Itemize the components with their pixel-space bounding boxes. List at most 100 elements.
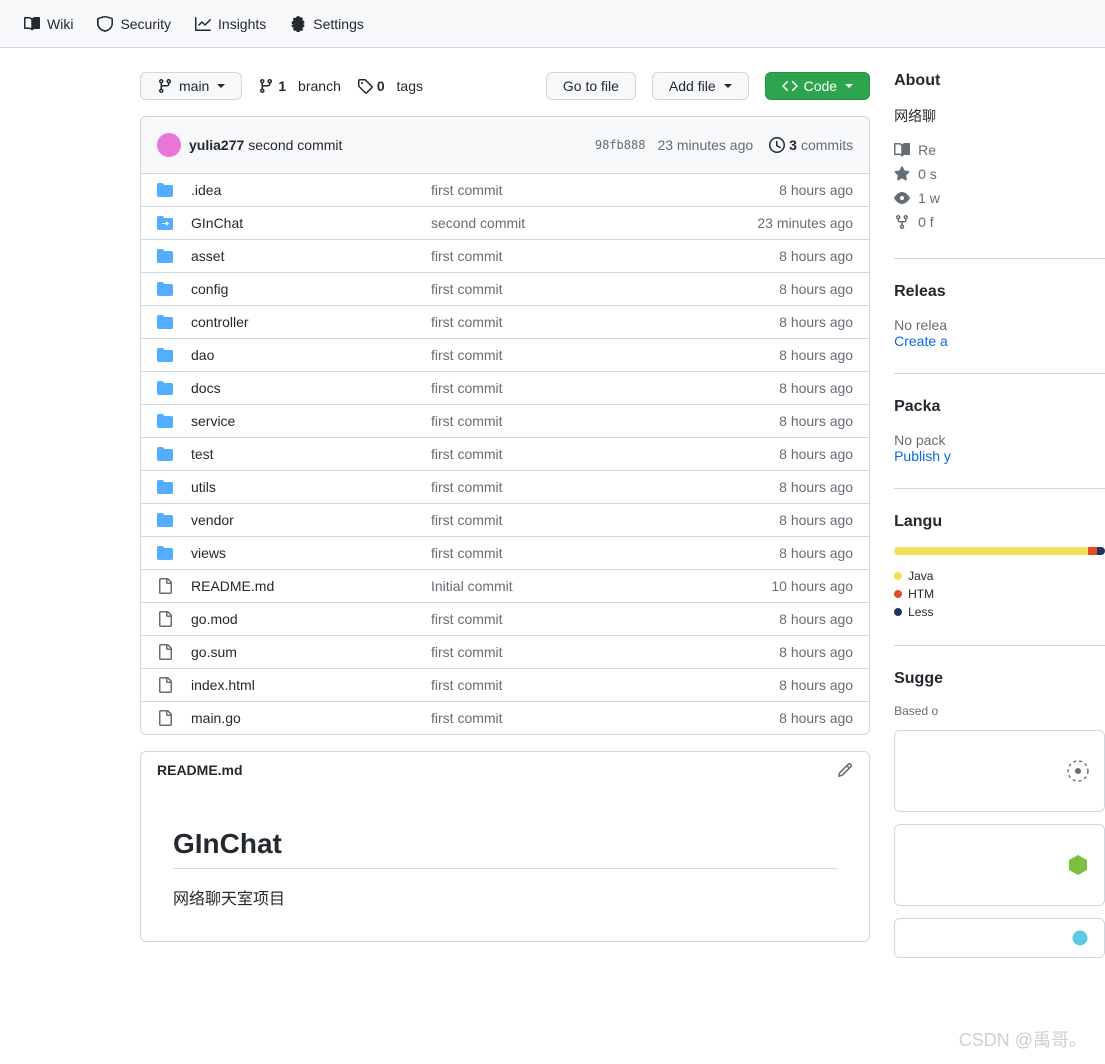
suggested-workflow-card[interactable]	[894, 918, 1105, 958]
file-name[interactable]: README.md	[191, 578, 431, 594]
commit-history-link[interactable]: 3 commits	[769, 137, 853, 153]
file-row: test first commit 8 hours ago	[141, 438, 869, 471]
file-commit-msg[interactable]: first commit	[431, 182, 713, 198]
submodule-icon	[157, 215, 177, 231]
file-commit-msg[interactable]: Initial commit	[431, 578, 713, 594]
file-name[interactable]: dao	[191, 347, 431, 363]
file-age: 8 hours ago	[713, 611, 853, 627]
file-commit-msg[interactable]: second commit	[431, 215, 713, 231]
file-icon	[157, 710, 177, 726]
file-commit-msg[interactable]: first commit	[431, 314, 713, 330]
branch-selector[interactable]: main	[140, 72, 242, 100]
file-commit-msg[interactable]: first commit	[431, 479, 713, 495]
file-age: 8 hours ago	[713, 677, 853, 693]
file-age: 8 hours ago	[713, 479, 853, 495]
about-heading: About	[894, 72, 1105, 90]
file-name[interactable]: docs	[191, 380, 431, 396]
file-commit-msg[interactable]: first commit	[431, 611, 713, 627]
suggested-workflow-card[interactable]	[894, 730, 1105, 812]
file-row: docs first commit 8 hours ago	[141, 372, 869, 405]
file-icon	[157, 677, 177, 693]
commit-author[interactable]: yulia277	[189, 137, 244, 153]
file-name[interactable]: service	[191, 413, 431, 429]
tags-link[interactable]: 0 tags	[357, 78, 423, 94]
file-commit-msg[interactable]: first commit	[431, 512, 713, 528]
about-item[interactable]: Re	[894, 138, 1105, 162]
file-commit-msg[interactable]: first commit	[431, 545, 713, 561]
file-name[interactable]: main.go	[191, 710, 431, 726]
file-age: 8 hours ago	[713, 380, 853, 396]
file-name[interactable]: go.sum	[191, 644, 431, 660]
language-item[interactable]: Java	[894, 567, 1105, 585]
file-commit-msg[interactable]: first commit	[431, 347, 713, 363]
branch-name: main	[179, 78, 209, 94]
file-commit-msg[interactable]: first commit	[431, 644, 713, 660]
about-item[interactable]: 0 f	[894, 210, 1105, 234]
avatar[interactable]	[157, 133, 181, 157]
file-age: 8 hours ago	[713, 512, 853, 528]
code-button[interactable]: Code	[765, 72, 870, 100]
file-name[interactable]: config	[191, 281, 431, 297]
dir-icon	[157, 347, 177, 363]
file-commit-msg[interactable]: first commit	[431, 380, 713, 396]
pencil-icon	[837, 762, 853, 778]
file-name[interactable]: asset	[191, 248, 431, 264]
branches-link[interactable]: 1 branch	[258, 78, 341, 94]
graph-icon	[195, 16, 211, 32]
commit-message[interactable]: second commit	[248, 137, 342, 153]
node-icon	[1066, 853, 1090, 877]
dir-icon	[157, 281, 177, 297]
releases-empty: No relea	[894, 317, 1105, 333]
file-age: 10 hours ago	[713, 578, 853, 594]
file-commit-msg[interactable]: first commit	[431, 281, 713, 297]
file-name[interactable]: .idea	[191, 182, 431, 198]
file-commit-msg[interactable]: first commit	[431, 710, 713, 726]
language-item[interactable]: Less	[894, 603, 1105, 621]
readme-filename[interactable]: README.md	[157, 762, 243, 778]
shield-icon	[97, 16, 113, 32]
goto-file-button[interactable]: Go to file	[546, 72, 636, 100]
file-row: controller first commit 8 hours ago	[141, 306, 869, 339]
file-name[interactable]: views	[191, 545, 431, 561]
file-commit-msg[interactable]: first commit	[431, 446, 713, 462]
file-name[interactable]: test	[191, 446, 431, 462]
file-name[interactable]: controller	[191, 314, 431, 330]
file-name[interactable]: go.mod	[191, 611, 431, 627]
nav-security[interactable]: Security	[89, 8, 179, 40]
file-age: 8 hours ago	[713, 182, 853, 198]
git-branch-icon	[157, 78, 173, 94]
file-commit-msg[interactable]: first commit	[431, 413, 713, 429]
nav-insights[interactable]: Insights	[187, 8, 274, 40]
file-commit-msg[interactable]: first commit	[431, 677, 713, 693]
file-name[interactable]: vendor	[191, 512, 431, 528]
eye-icon	[894, 190, 910, 206]
create-release-link[interactable]: Create a	[894, 333, 948, 349]
edit-readme-button[interactable]	[837, 762, 853, 778]
file-row: config first commit 8 hours ago	[141, 273, 869, 306]
language-item[interactable]: HTM	[894, 585, 1105, 603]
commit-age: 23 minutes ago	[657, 137, 753, 153]
code-icon	[782, 78, 798, 94]
file-name[interactable]: index.html	[191, 677, 431, 693]
caret-down-icon	[845, 84, 853, 88]
nav-settings[interactable]: Settings	[282, 8, 372, 40]
nav-wiki[interactable]: Wiki	[16, 8, 81, 40]
file-name[interactable]: utils	[191, 479, 431, 495]
watermark: CSDN @禹哥。	[959, 1026, 1087, 1052]
suggested-workflow-card[interactable]	[894, 824, 1105, 906]
about-description: 网络聊	[894, 106, 1105, 126]
file-age: 8 hours ago	[713, 545, 853, 561]
publish-package-link[interactable]: Publish y	[894, 448, 951, 464]
packages-heading: Packa	[894, 398, 1105, 416]
add-file-button[interactable]: Add file	[652, 72, 749, 100]
file-name[interactable]: GInChat	[191, 215, 431, 231]
commit-sha[interactable]: 98fb888	[595, 138, 646, 152]
file-row: go.sum first commit 8 hours ago	[141, 636, 869, 669]
file-commit-msg[interactable]: first commit	[431, 248, 713, 264]
book-icon	[894, 142, 910, 158]
sidebar: About 网络聊 Re0 s1 w0 f Releas No relea Cr…	[894, 72, 1105, 958]
about-item[interactable]: 1 w	[894, 186, 1105, 210]
file-row: index.html first commit 8 hours ago	[141, 669, 869, 702]
dir-icon	[157, 545, 177, 561]
about-item[interactable]: 0 s	[894, 162, 1105, 186]
